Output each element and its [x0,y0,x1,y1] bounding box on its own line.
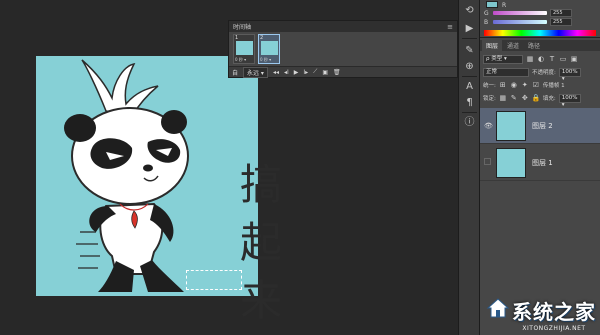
frame-thumbnail [236,41,253,55]
lock-row: 锁定: ▦ ✎ ✥ 🔒 填充: 100% ▾ [483,93,597,108]
channel-g[interactable]: G 255 [484,9,596,17]
frame-delay[interactable]: 0 秒 ▾ [235,57,246,63]
timeline-frame[interactable]: 2 0 秒 ▾ [258,34,280,64]
timeline-frame[interactable]: 1 0 秒 ▾ [233,34,255,64]
play-button[interactable]: ▶ [294,69,299,76]
timeline-panel: 时间轴 ≡ 1 0 秒 ▾ 2 0 秒 ▾ 自 永远 ▾ ◂◂ ◂I ▶ I▸ … [228,20,458,78]
channel-label: R [502,1,507,9]
blend-row: 正常 不透明度: 100% ▾ [483,67,597,82]
layer-row[interactable]: 图层 1 [480,145,600,181]
layer-thumbnail [496,111,526,141]
watermark-url: XITONGZHIJIA.NET [522,325,586,332]
headline-text: 搞 起 来 [235,156,287,330]
channel-slider[interactable] [493,20,547,24]
propagate-label: 传播帧 1 [542,83,565,89]
layer-name[interactable]: 图层 1 [532,158,553,168]
headline-char: 搞 [239,160,282,209]
filter-kind-select[interactable]: ρ 类型 ▾ [483,54,523,64]
lock-all-icon[interactable]: 🔒 [532,94,541,102]
lock-label: 锁定: [483,96,496,102]
delete-frame-icon[interactable]: 🗑 [333,69,341,76]
timeline-header: 时间轴 ≡ [229,21,457,32]
prev-frame-button[interactable]: ◂I [284,69,289,76]
lock-position-icon[interactable]: ✥ [521,94,529,102]
watermark-title: 系统之家 [512,300,596,324]
type-filter-icon[interactable]: T [548,55,556,63]
headline-char: 起 [239,218,282,267]
blend-mode-select[interactable]: 正常 [483,67,529,77]
channel-slider[interactable] [493,11,547,15]
lock-pixels-icon[interactable]: ▦ [499,94,507,102]
layers-panel: 图层 通道 路径 ρ 类型 ▾ ▦ ◐ T ▭ ▣ 正常 不透明度: 100% … [480,40,600,335]
layer-row[interactable]: 👁 图层 2 [480,108,600,144]
clone-source-icon[interactable]: ⊕ [463,60,476,73]
color-spectrum[interactable] [484,30,596,36]
unify-position-icon[interactable]: ⊞ [499,81,507,89]
character-icon[interactable]: A [463,80,476,93]
fill-label: 填充: [542,96,556,102]
lock-paint-icon[interactable]: ✎ [510,94,518,102]
channel-label: B [484,18,489,26]
tween-button[interactable]: ⟋ [313,68,317,76]
headline-char: 来 [239,276,282,325]
paragraph-icon[interactable]: ¶ [463,96,476,109]
visibility-toggle[interactable] [484,158,491,165]
frame-delay[interactable]: 0 秒 ▾ [260,57,271,63]
propagate-checkbox[interactable]: ☑ [532,81,540,89]
unify-style-icon[interactable]: ✦ [521,81,529,89]
next-frame-button[interactable]: I▸ [303,69,308,76]
layer-filter-row: ρ 类型 ▾ ▦ ◐ T ▭ ▣ [483,54,597,64]
house-logo-icon [486,298,510,318]
panda-illustration [64,59,189,292]
first-frame-button[interactable]: ◂◂ [273,69,279,76]
channel-r[interactable]: R [502,1,596,9]
unify-label: 统一: [483,83,496,89]
shape-filter-icon[interactable]: ▭ [559,55,567,63]
layers-tab-bar: 图层 通道 路径 [480,40,600,51]
fill-field[interactable]: 100% ▾ [558,93,581,108]
brush-preset-icon[interactable]: ✎ [463,44,476,57]
history-icon[interactable]: ⟲ [463,4,476,17]
tab-channels[interactable]: 通道 [503,40,524,51]
color-panel: R G 255 B 255 [480,0,600,38]
channel-b[interactable]: B 255 [484,18,596,26]
loop-select[interactable]: 永远 ▾ [243,66,268,78]
frame-thumbnail [261,41,278,55]
channel-value[interactable]: 255 [550,9,572,17]
dock-icon-strip: ⟲ ▶ ✎ ⊕ A ¶ ⓘ [458,0,480,335]
right-panels: R G 255 B 255 图层 通道 路径 ρ 类型 ▾ ▦ ◐ T ▭ ▣ [480,0,600,335]
watermark: 系统之家 XITONGZHIJIA.NET [486,296,596,332]
layer-name[interactable]: 图层 2 [532,121,553,131]
layer-thumbnail [496,148,526,178]
tab-paths[interactable]: 路径 [524,40,545,51]
visibility-eye-icon[interactable]: 👁 [484,122,493,130]
tab-layers[interactable]: 图层 [482,40,503,51]
actions-icon[interactable]: ▶ [463,22,476,35]
smart-filter-icon[interactable]: ▣ [570,55,578,63]
loop-label: 自 [232,69,239,77]
info-icon[interactable]: ⓘ [463,116,476,129]
duplicate-frame-button[interactable]: ▣ [322,69,328,76]
timeline-title[interactable]: 时间轴 [233,22,251,31]
pixel-filter-icon[interactable]: ▦ [526,55,534,63]
selection-marquee[interactable] [186,270,242,290]
adjustment-filter-icon[interactable]: ◐ [537,55,545,63]
timeline-frames: 1 0 秒 ▾ 2 0 秒 ▾ [233,34,280,66]
canvas-artboard[interactable]: 搞 起 来 [36,56,282,325]
opacity-label: 不透明度: [532,70,556,76]
foreground-swatch[interactable] [486,1,498,8]
unify-visibility-icon[interactable]: ◉ [510,81,518,89]
timeline-controls: 自 永远 ▾ ◂◂ ◂I ▶ I▸ ⟋ ▣ 🗑 [229,66,457,78]
unify-row: 统一: ⊞ ◉ ✦ ☑ 传播帧 1 [483,80,597,90]
opacity-field[interactable]: 100% ▾ [558,67,581,82]
panel-menu-icon[interactable]: ≡ [447,23,453,31]
channel-value[interactable]: 255 [550,18,572,26]
channel-label: G [484,9,489,17]
